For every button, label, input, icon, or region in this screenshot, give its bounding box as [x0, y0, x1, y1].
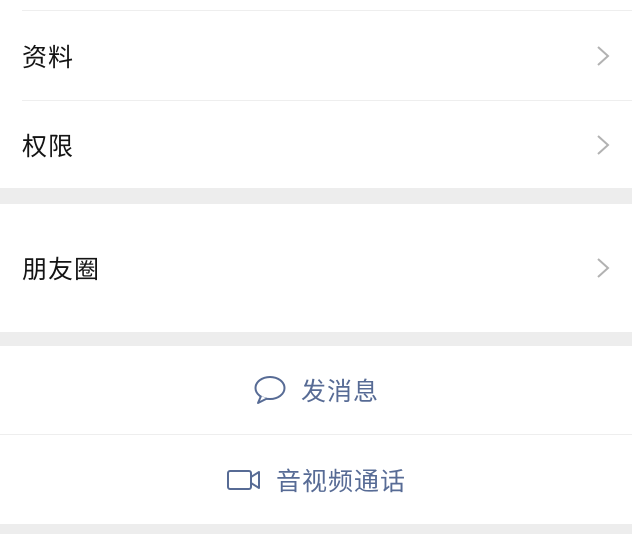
moments-label: 朋友圈: [22, 255, 101, 284]
chevron-right-icon: [597, 134, 610, 155]
moments-group: 朋友圈: [0, 204, 632, 332]
send-message-button[interactable]: 发消息: [0, 346, 632, 434]
chevron-right-icon: [597, 258, 610, 278]
permissions-label: 权限: [22, 131, 75, 161]
video-call-button[interactable]: 音视频通话: [0, 435, 632, 524]
contact-detail-page: 资料 权限 朋友圈 发消息 音视频通话: [0, 0, 632, 534]
chevron-right-icon: [597, 46, 610, 66]
permissions-row[interactable]: 权限: [0, 101, 632, 188]
top-divider: [22, 10, 632, 11]
profile-info-label: 资料: [22, 43, 75, 72]
actions-group: 发消息 音视频通话: [0, 346, 632, 524]
send-message-label: 发消息: [300, 377, 379, 406]
profile-info-row[interactable]: 资料: [0, 12, 632, 100]
video-call-label: 音视频通话: [275, 466, 406, 496]
video-camera-icon: [226, 469, 260, 490]
profile-settings-group: 资料 权限: [0, 0, 632, 188]
moments-row[interactable]: 朋友圈: [0, 204, 632, 332]
chat-bubble-icon: [254, 376, 286, 404]
